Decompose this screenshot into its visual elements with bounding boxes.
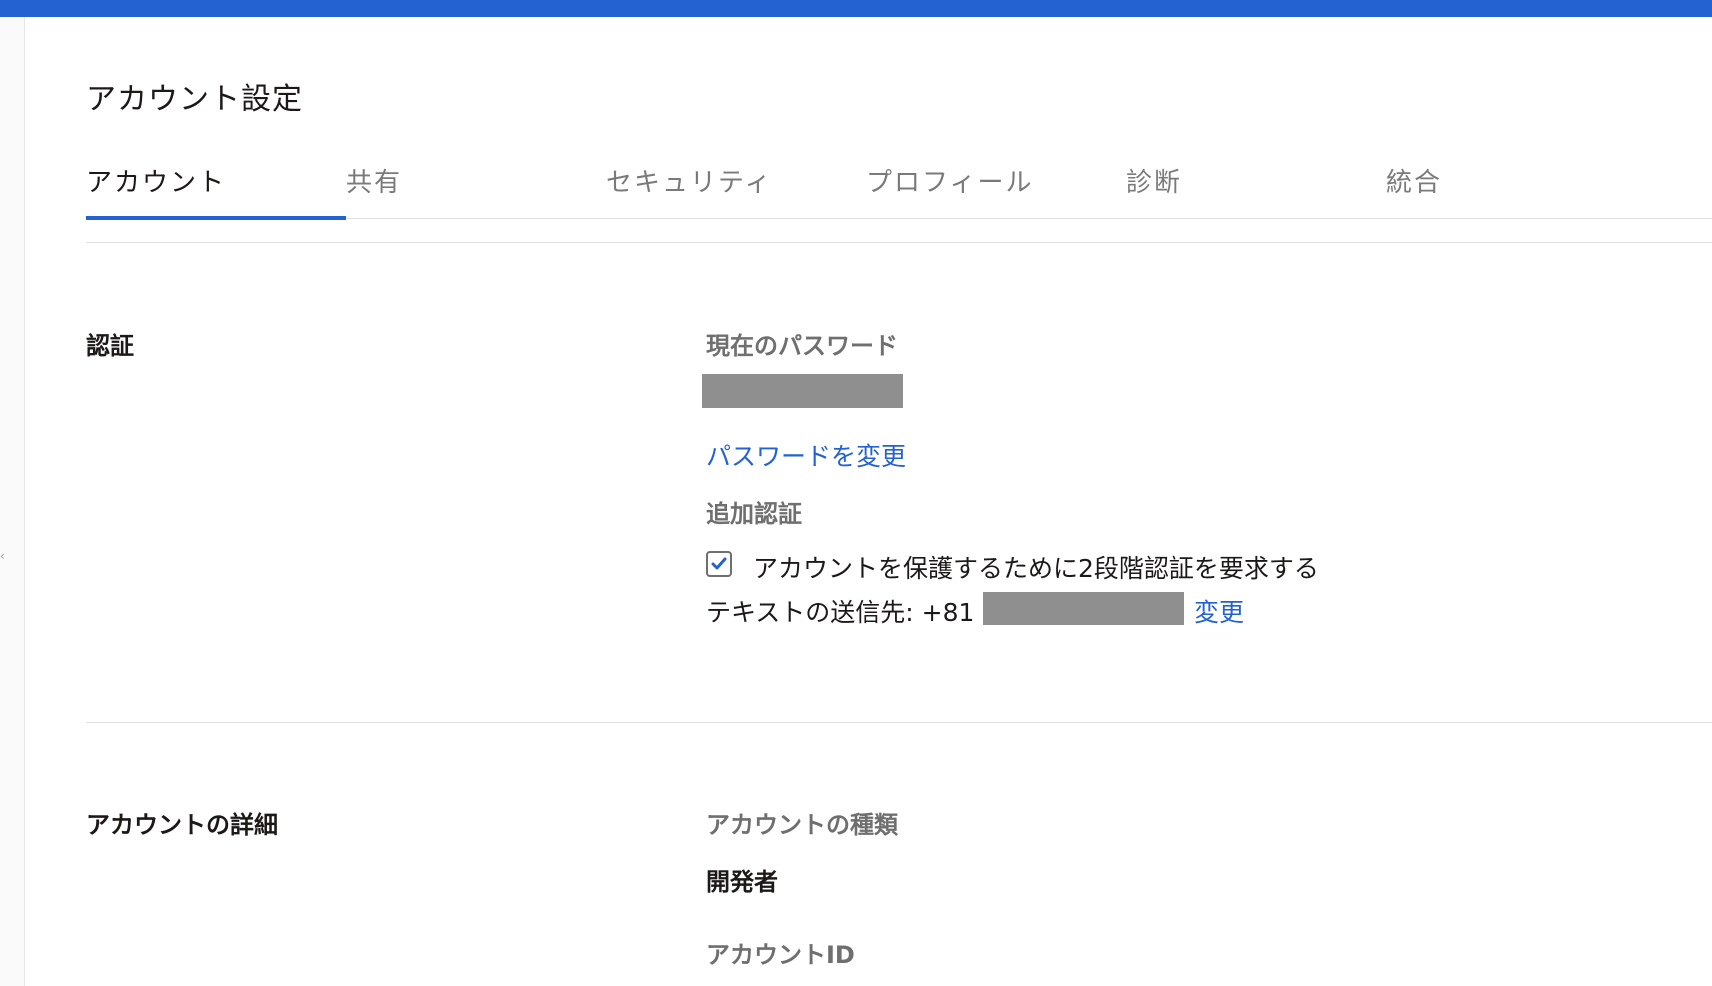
page-title: アカウント設定 <box>86 82 303 117</box>
masked-phone-number <box>983 592 1184 625</box>
text-destination-label: テキストの送信先: +81 <box>706 598 975 627</box>
collapse-chevron-icon[interactable]: ‹ <box>0 549 5 563</box>
change-phone-link[interactable]: 変更 <box>1194 593 1244 629</box>
left-sidebar-rail: ‹ <box>0 17 25 986</box>
masked-password-value <box>702 374 903 408</box>
account-type-value: 開発者 <box>706 868 778 896</box>
section-label-account-details: アカウントの詳細 <box>86 811 278 839</box>
top-accent-bar <box>0 0 1712 17</box>
active-tab-indicator <box>86 216 346 220</box>
account-id-label: アカウントID <box>706 941 855 969</box>
tab-diagnostics[interactable]: 診断 <box>1126 162 1182 218</box>
current-password-label: 現在のパスワード <box>706 332 898 360</box>
tab-integrations[interactable]: 統合 <box>1386 162 1442 218</box>
section-divider <box>86 722 1712 723</box>
two-factor-checkbox[interactable] <box>706 551 732 577</box>
additional-auth-label: 追加認証 <box>706 500 802 528</box>
check-icon <box>711 557 727 570</box>
settings-tabs: アカウント 共有 セキュリティ プロフィール 診断 統合 <box>86 152 1712 220</box>
tab-account[interactable]: アカウント <box>86 162 226 218</box>
tab-profile[interactable]: プロフィール <box>866 162 1033 218</box>
change-password-link[interactable]: パスワードを変更 <box>706 437 906 473</box>
tab-sharing[interactable]: 共有 <box>346 162 402 218</box>
section-label-authentication: 認証 <box>86 332 134 360</box>
tab-security[interactable]: セキュリティ <box>606 162 772 218</box>
section-divider <box>86 242 1712 243</box>
two-factor-checkbox-label: アカウントを保護するために2段階認証を要求する <box>753 554 1319 583</box>
account-type-label: アカウントの種類 <box>706 811 898 839</box>
